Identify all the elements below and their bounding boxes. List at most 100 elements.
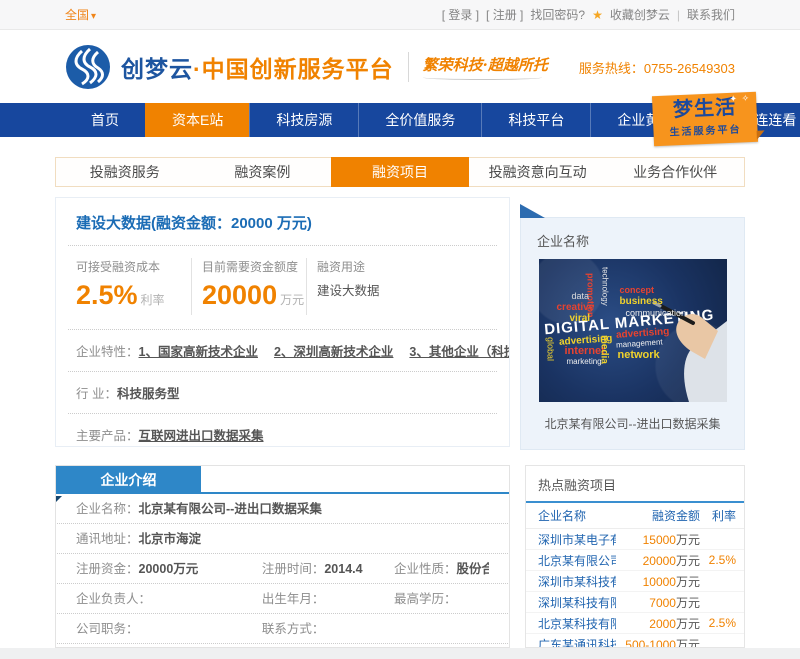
tab-item-0[interactable]: 投融资服务 — [56, 158, 194, 186]
finance-tabs: 投融资服务融资案例融资项目投融资意向互动业务合作伙伴 — [55, 157, 745, 187]
image-word: concept — [620, 286, 655, 295]
intro-row-1: 通讯地址：北京市海淀 — [57, 524, 508, 554]
dream-life-badge[interactable]: 梦生活 ✦ ✧ 生活服务平台 — [652, 92, 758, 146]
project-stat-1: 目前需要资金额度 20000万元 — [191, 258, 306, 315]
company-intro-panel: 企业介绍 企业名称：北京某有限公司--进出口数据采集通讯地址：北京市海淀注册资金… — [55, 465, 510, 648]
footer-band — [0, 648, 800, 659]
company-image: DIGITAL MARKETING technologypromotiondat… — [539, 259, 727, 402]
intro-tab[interactable]: 企业介绍 — [56, 466, 201, 494]
features-list: 1、国家高新技术企业 2、深圳高新技术企业 3、其他企业（科技数据型） — [139, 345, 509, 359]
project-stats: 可接受融资成本 2.5%利率 目前需要资金额度 20000万元 融资用途 建设大… — [56, 246, 509, 329]
nav-item-2[interactable]: 科技房源 — [249, 103, 358, 137]
industry-value: 科技服务型 — [117, 387, 180, 401]
feature-link-1[interactable]: 2、深圳高新技术企业 — [274, 345, 393, 359]
logo-icon[interactable] — [65, 44, 111, 90]
topbar: 全国▾ [ 登录 ] [ 注册 ] 找回密码? ★ 收藏创梦云 | 联系我们 — [0, 0, 800, 30]
corner-flag-icon — [520, 204, 545, 218]
hot-table-header: 企业名称 融资金额 利率 — [526, 503, 744, 529]
features-row: 企业特性：1、国家高新技术企业 2、深圳高新技术企业 3、其他企业（科技数据型） — [56, 330, 509, 371]
image-word: business — [620, 297, 663, 307]
intro-row-2: 注册资金：20000万元注册时间：2014.4企业性质：股份合作 — [57, 554, 508, 584]
intro-cell: 注册时间：2014.4 — [262, 554, 394, 583]
features-label: 企业特性： — [76, 345, 139, 359]
intro-cell: 注册资金：20000万元 — [76, 554, 262, 583]
intro-rows: 企业名称：北京某有限公司--进出口数据采集通讯地址：北京市海淀注册资金：2000… — [56, 494, 509, 644]
register-link[interactable]: [ 注册 ] — [486, 6, 523, 23]
stars-icon: ✦ ✧ — [729, 93, 750, 105]
tab-item-1[interactable]: 融资案例 — [194, 158, 332, 186]
intro-cell: 联系方式： — [262, 614, 489, 643]
image-word: global — [546, 337, 555, 361]
tab-item-4[interactable]: 业务合作伙伴 — [606, 158, 744, 186]
project-panel: 建设大数据(融资金额：20000 万元) 可接受融资成本 2.5%利率 目前需要… — [55, 197, 510, 447]
image-word: creative — [557, 303, 595, 313]
company-link[interactable]: 深圳某科技有限责任公 — [538, 594, 616, 611]
hot-project-row-1: 北京某有限公司--进出 20000万元 2.5% — [526, 550, 744, 571]
favorite-link[interactable]: 收藏创梦云 — [610, 6, 670, 23]
column-rate: 利率 — [700, 507, 736, 524]
project-title: 建设大数据(融资金额：20000 万元) — [56, 198, 509, 245]
intro-cell: 公司职务： — [76, 614, 262, 643]
products-row: 主要产品：互联网进出口数据采集 — [56, 414, 509, 455]
divider: | — [677, 8, 680, 22]
region-selector[interactable]: 全国▾ — [65, 6, 96, 23]
star-icon: ★ — [592, 8, 603, 22]
company-link[interactable]: 深圳市某电子有限公司 — [538, 531, 616, 548]
column-company-name: 企业名称 — [538, 507, 616, 524]
region-label: 全国 — [65, 8, 89, 22]
site-header: 创梦云·中国创新服务平台 繁荣科技·超越所托 服务热线：0755-2654930… — [0, 31, 800, 103]
caret-down-icon: ▾ — [91, 11, 96, 22]
nav-item-0[interactable]: 首页 — [65, 103, 145, 137]
image-word: data — [572, 292, 590, 301]
hot-projects-panel: 热点融资项目 企业名称 融资金额 利率 深圳市某电子有限公司 15000万元 北… — [525, 465, 745, 648]
intro-header: 企业介绍 — [56, 466, 509, 494]
hot-projects-title: 热点融资项目 — [526, 466, 744, 503]
nav-item-1[interactable]: 资本E站 — [145, 103, 249, 137]
image-word: viral — [570, 314, 591, 324]
intro-row-0: 企业名称：北京某有限公司--进出口数据采集 — [57, 494, 508, 524]
image-word: network — [618, 350, 660, 361]
company-card: 企业名称 DIGITAL MARKETING technologypromoti… — [520, 217, 745, 450]
company-link[interactable]: 广东某通讯科技有限公 — [538, 636, 616, 649]
company-link[interactable]: 北京某有限公司--进出 — [538, 552, 616, 569]
image-word: marketing — [567, 358, 602, 366]
slogan: 繁荣科技·超越所托 — [423, 54, 548, 80]
hot-project-row-5: 广东某通讯科技有限公 500-1000万元 — [526, 634, 744, 648]
contact-link[interactable]: 联系我们 — [687, 6, 735, 23]
intro-cell: 企业名称：北京某有限公司--进出口数据采集 — [76, 494, 489, 523]
service-hotline: 服务热线：0755-26549303 — [579, 58, 735, 77]
intro-cell: 最高学历： — [394, 584, 489, 613]
feature-link-2[interactable]: 3、其他企业（科技数据型） — [409, 345, 509, 359]
intro-cell: 出生年月： — [262, 584, 394, 613]
navbar: 首页资本E站科技房源全价值服务科技平台企业黄页资讯连连看 梦生活 ✦ ✧ 生活服… — [0, 103, 800, 137]
intro-row-3: 企业负责人：出生年月：最高学历： — [57, 584, 508, 614]
products-label: 主要产品： — [76, 429, 139, 443]
nav-item-3[interactable]: 全价值服务 — [358, 103, 481, 137]
company-link[interactable]: 北京某科技有限公司 — [538, 615, 616, 632]
industry-label: 行 业： — [76, 387, 117, 401]
nav-item-4[interactable]: 科技平台 — [481, 103, 590, 137]
tab-item-2[interactable]: 融资项目 — [331, 157, 469, 187]
hot-project-row-0: 深圳市某电子有限公司 15000万元 — [526, 529, 744, 550]
hot-rows: 深圳市某电子有限公司 15000万元 北京某有限公司--进出 20000万元 2… — [526, 529, 744, 648]
intro-cell: 企业性质：股份合作 — [394, 554, 489, 583]
fold-triangle-icon — [55, 496, 62, 503]
site-title[interactable]: 创梦云·中国创新服务平台 — [121, 50, 394, 84]
forgot-password-link[interactable]: 找回密码? — [530, 6, 585, 23]
hot-project-row-4: 北京某科技有限公司 2000万元 2.5% — [526, 613, 744, 634]
intro-cell: 企业负责人： — [76, 584, 262, 613]
company-link[interactable]: 深圳市某科技有限公司 — [538, 573, 616, 590]
tab-item-3[interactable]: 投融资意向互动 — [469, 158, 607, 186]
intro-cell: 通讯地址：北京市海淀 — [76, 524, 489, 553]
feature-link-0[interactable]: 1、国家高新技术企业 — [139, 345, 258, 359]
company-card-title: 企业名称 — [521, 218, 744, 259]
badge-subtitle: 生活服务平台 — [653, 120, 758, 140]
project-stat-2: 融资用途 建设大数据 — [306, 258, 489, 315]
login-link[interactable]: [ 登录 ] — [442, 6, 479, 23]
hot-project-row-3: 深圳某科技有限责任公 7000万元 — [526, 592, 744, 613]
intro-row-4: 公司职务：联系方式： — [57, 614, 508, 644]
image-word: communication — [626, 309, 687, 318]
slogan-divider — [408, 52, 409, 82]
column-amount: 融资金额 — [616, 507, 700, 524]
products-value[interactable]: 互联网进出口数据采集 — [139, 429, 264, 443]
